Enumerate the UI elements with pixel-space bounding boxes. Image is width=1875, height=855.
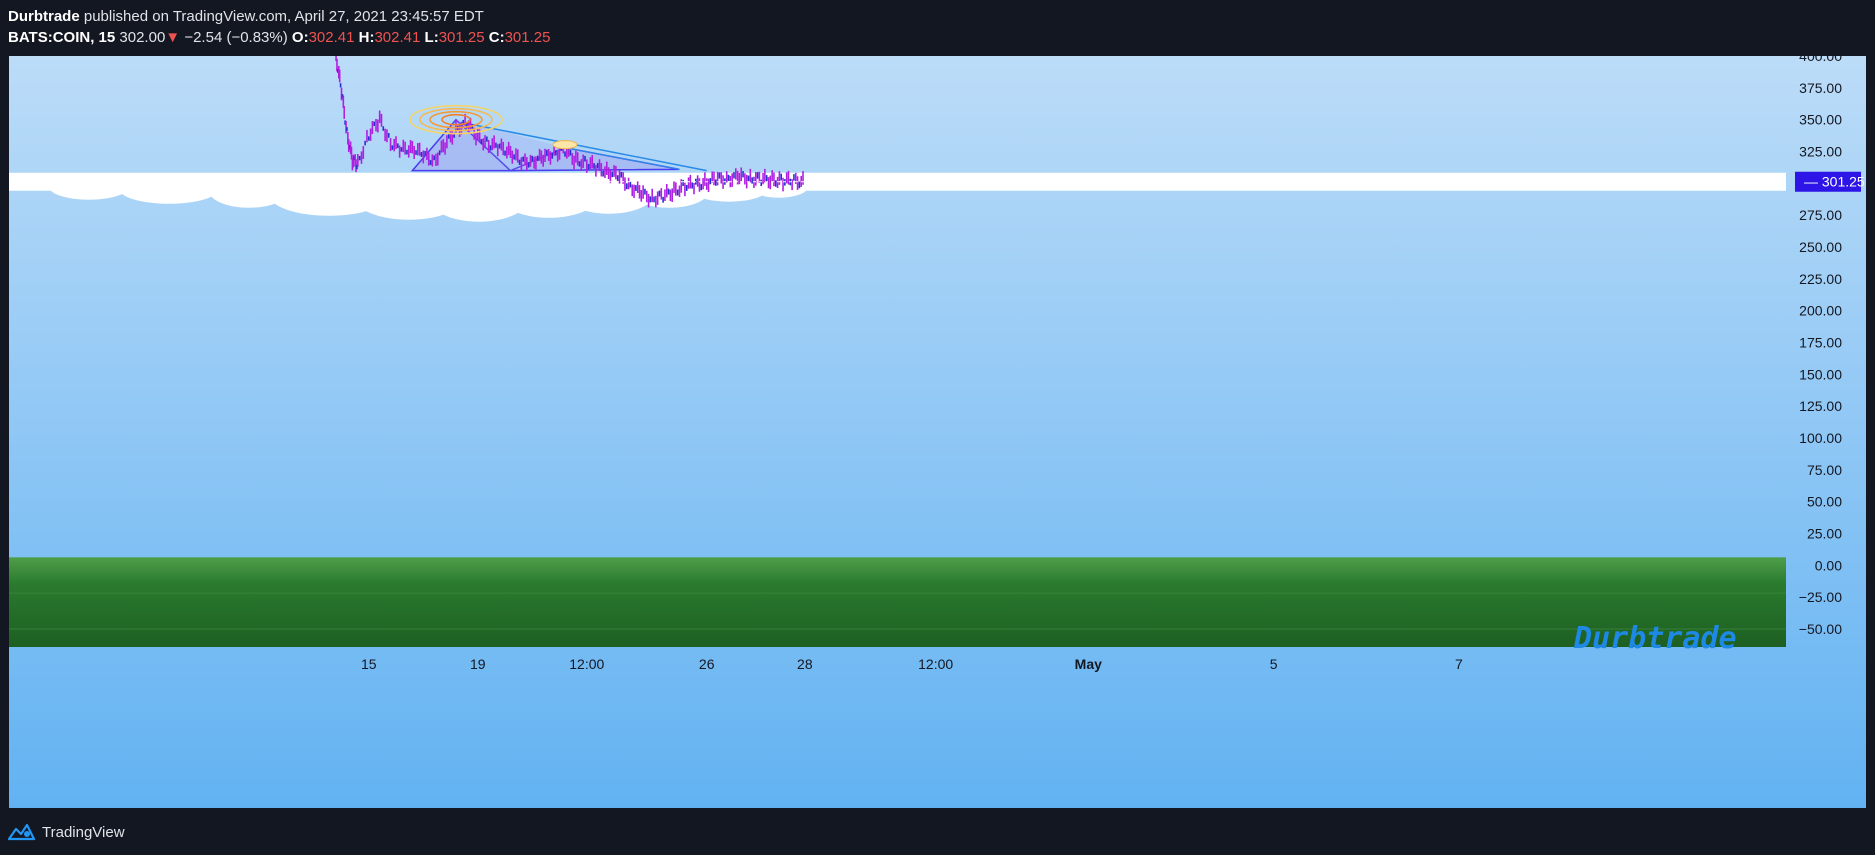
publish-line: Durbtrade published on TradingView.com, … — [8, 6, 550, 27]
x-tick-label: 26 — [699, 656, 715, 672]
x-tick-label: 12:00 — [918, 656, 953, 672]
y-tick-label: 250.00 — [1799, 239, 1842, 255]
y-tick-label: 375.00 — [1799, 80, 1842, 96]
high-label: H: — [358, 29, 375, 46]
y-tick-label: 275.00 — [1799, 207, 1842, 223]
y-tick-label: 175.00 — [1799, 335, 1842, 351]
ground-band — [9, 557, 1786, 647]
low-label: L: — [424, 29, 439, 46]
author-watermark: Durbtrade — [1573, 621, 1737, 656]
y-tick-label: 25.00 — [1807, 526, 1842, 542]
y-tick-label: −25.00 — [1799, 589, 1842, 605]
x-tick-label: 19 — [470, 656, 486, 672]
chart-header: Durbtrade published on TradingView.com, … — [8, 6, 550, 48]
ohlc-line: BATS:COIN, 15 302.00▼ −2.54 (−0.83%) O:3… — [8, 27, 550, 48]
y-tick-label: 100.00 — [1799, 430, 1842, 446]
low-value: 301.25 — [438, 29, 485, 46]
y-tick-label: 50.00 — [1807, 494, 1842, 510]
last-price-label: — 301.25 — [1804, 174, 1865, 190]
y-tick-label: 325.00 — [1799, 144, 1842, 160]
sun-small — [552, 140, 578, 150]
chart-area[interactable]: — 301.25 400.00 375.00 350.00 325.00 275.00 2… — [9, 56, 1866, 808]
close-value: 301.25 — [504, 29, 551, 46]
down-arrow-icon: ▼ — [165, 29, 181, 46]
x-tick-label: 5 — [1270, 656, 1278, 672]
cloud-puff-0 — [49, 173, 129, 200]
tradingview-logo-icon[interactable] — [8, 823, 36, 841]
y-tick-label: 0.00 — [1815, 557, 1842, 573]
plot-background — [9, 56, 1866, 808]
author-name[interactable]: Durbtrade — [8, 8, 80, 25]
last-price: 302.00 — [119, 29, 166, 46]
y-tick-label: 350.00 — [1799, 112, 1842, 128]
open-value: 302.41 — [308, 29, 355, 46]
footer: TradingView — [8, 820, 125, 844]
cloud-puff-1 — [119, 173, 219, 204]
y-tick-label: −50.00 — [1799, 621, 1842, 637]
y-tick-label: 200.00 — [1799, 303, 1842, 319]
close-label: C: — [488, 29, 505, 46]
price-chart[interactable]: — 301.25 400.00 375.00 350.00 325.00 275.00 2… — [9, 56, 1866, 808]
x-tick-label: 12:00 — [569, 656, 604, 672]
x-tick-label: May — [1075, 656, 1102, 672]
x-tick-label: 15 — [361, 656, 377, 672]
y-tick-label: 400.00 — [1799, 56, 1842, 64]
y-tick-label: 125.00 — [1799, 398, 1842, 414]
x-tick-label: 7 — [1455, 656, 1463, 672]
brand-name[interactable]: TradingView — [42, 824, 125, 841]
publish-info: published on TradingView.com, April 27, … — [83, 8, 484, 25]
symbol-label[interactable]: BATS:COIN, 15 — [8, 29, 115, 46]
x-tick-label: 28 — [797, 656, 813, 672]
y-tick-label: 150.00 — [1799, 366, 1842, 382]
open-label: O: — [291, 29, 309, 46]
y-tick-label: 225.00 — [1799, 271, 1842, 287]
y-tick-label: 75.00 — [1807, 462, 1842, 478]
price-change: −2.54 (−0.83%) — [184, 29, 288, 46]
high-value: 302.41 — [374, 29, 421, 46]
